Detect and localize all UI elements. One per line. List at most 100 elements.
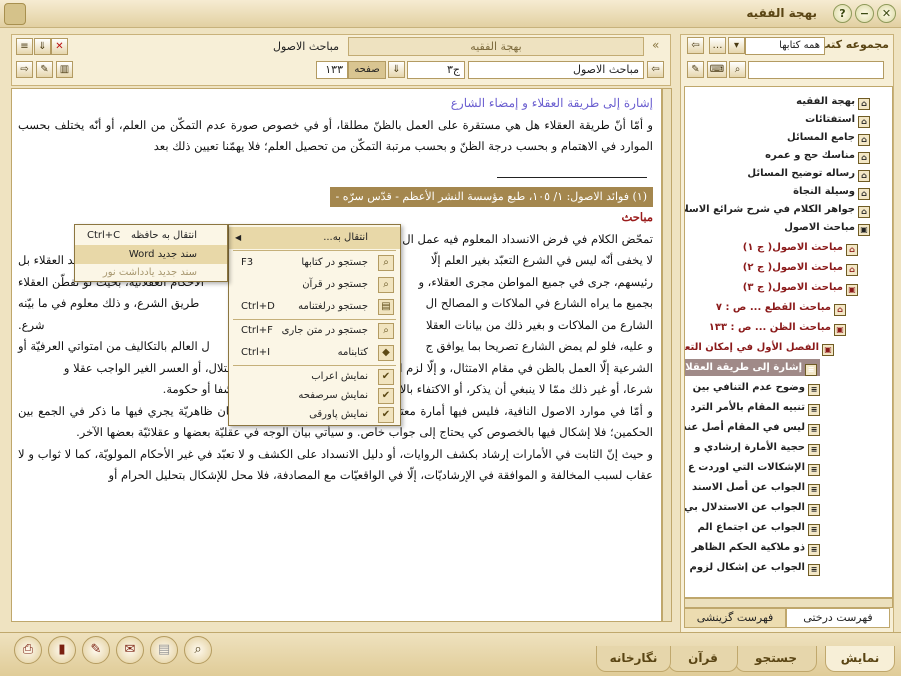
window-title: بهجة الفقيه — [746, 6, 817, 20]
tree-item-qat[interactable]: ⌂مباحث القطع ... ص : ٧ — [716, 299, 846, 316]
menu-item-search-dictionary[interactable]: ▤ جستجو درلغتنامه Ctrl+D — [229, 296, 400, 318]
library-search-input[interactable] — [748, 61, 884, 79]
tree-item-19[interactable]: ≡الإشكالات التي اوردت ع — [688, 459, 820, 476]
section-heading: إشارة إلى طريقة العقلاء و إمضاء الشارع — [450, 96, 653, 110]
tree-item-mabahith[interactable]: ▣مباحث الاصول — [784, 219, 870, 236]
tree-item-vol3[interactable]: ▣مباحث الاصول( ج ٣) — [743, 279, 858, 296]
check-icon: ✔ — [378, 407, 394, 423]
tab-scroll-icon[interactable]: « — [652, 38, 659, 52]
tree-item-15[interactable]: ≡وضوح عدم التنافي بين — [693, 379, 820, 396]
close-tab-icon[interactable]: ✕ — [51, 38, 68, 55]
tree-item-vol1[interactable]: ⌂مباحث الاصول( ج ١) — [743, 239, 858, 256]
dictionary-icon: ▤ — [378, 299, 394, 315]
search-icon: ⌕ — [378, 255, 394, 271]
dropdown-arrow-icon[interactable]: ▾ — [728, 37, 745, 54]
tree-item-21[interactable]: ≡الجواب عن الاستدلال بي — [685, 499, 820, 516]
books-icon[interactable]: ▮ — [48, 636, 76, 664]
app-logo — [4, 3, 26, 25]
close-window-button[interactable]: ✕ — [877, 4, 896, 23]
tree-item-wasila[interactable]: ⌂وسيلة النجاة — [793, 183, 870, 200]
menu-item-search-books[interactable]: ⌕ جستجو در کتابها F3 — [229, 252, 400, 274]
menu-item-search-quran[interactable]: ⌕ جستجو در قرآن — [229, 274, 400, 296]
library-search-icon[interactable]: ⌕ — [729, 61, 746, 78]
menu-item-bibliography[interactable]: ◆ كتابنامه Ctrl+I — [229, 342, 400, 364]
edit-icon[interactable]: ✎ — [82, 636, 110, 664]
tree-item-manasik[interactable]: ⌂مناسك حج و عمره — [765, 147, 870, 164]
more-options-icon[interactable]: … — [709, 37, 726, 54]
tree-item-zann[interactable]: ▣مباحث الظن ... ص : ١٣٣ — [709, 319, 846, 336]
tab-show[interactable]: نمايش — [825, 646, 895, 672]
library-title: مجموعه کتب — [819, 38, 889, 51]
volume-field[interactable]: ج٣ — [407, 61, 465, 79]
paragraph-2d: رئيسهم، جرى في جميع المواطن مجرى العقلاء… — [418, 274, 653, 289]
tools-icon[interactable]: ✎ — [36, 61, 53, 78]
tree-item-23[interactable]: ≡ذو ملاكية الحكم الظاهر — [692, 539, 820, 556]
note-icon[interactable]: ✉ — [116, 636, 144, 664]
paragraph-2i: شرع. — [18, 317, 45, 332]
keyboard-icon[interactable]: ⌨ — [707, 61, 727, 78]
tab-search[interactable]: جستجو — [735, 646, 817, 672]
paragraph-2g: طريق الشرع، و ذلك معلوم في ما بيّنه — [18, 296, 200, 310]
book-tree: ⌂بهجة الفقيه ⌂استفتائات ⌂جامع المسائل ⌂م… — [684, 86, 893, 598]
nav-down-icon[interactable]: ⇓ — [34, 38, 51, 55]
tree-item-22[interactable]: ≡الجواب عن اجتماع الم — [698, 519, 820, 536]
books-dropdown[interactable]: همه کتابها — [745, 37, 825, 55]
minimize-window-button[interactable]: − — [855, 4, 874, 23]
back-arrow-icon-library[interactable]: ⇦ — [687, 37, 704, 54]
tree-item-18[interactable]: ≡حجية الأمارة إرشادي و — [694, 439, 820, 456]
bookmark-icon: ◆ — [378, 345, 394, 361]
search-icon: ⌕ — [378, 323, 394, 339]
page-number-field[interactable]: ١٣٣ — [316, 61, 348, 79]
submenu-new-note: سند جديد يادداشت نور — [102, 267, 197, 278]
settings-icon[interactable]: ✎ — [687, 61, 704, 78]
search-icon: ⌕ — [378, 277, 394, 293]
tree-item-24[interactable]: ≡الجواب عن إشكال لزوم — [690, 559, 820, 576]
menu-item-search-current[interactable]: ⌕ جستجو در متن جاری Ctrl+F — [229, 320, 400, 342]
forward-arrow-icon[interactable]: ⇨ — [16, 61, 33, 78]
menu-icon[interactable]: ≡ — [16, 38, 33, 55]
paragraph-3b: ل العالم بالتكاليف من امتواتي العرفيّة أ… — [18, 339, 210, 353]
tab-selected-index[interactable]: فهرست گزینشی — [684, 608, 786, 628]
columns-icon[interactable]: ▥ — [56, 61, 73, 78]
tree-item-17[interactable]: ≡ليس في المقام أصل عند — [685, 419, 820, 436]
tree-item-selected[interactable]: ≡إشارة إلى طريقة العقلا — [685, 359, 820, 376]
book-field[interactable]: مباحث الاصول — [468, 61, 644, 79]
tree-item-bahjat[interactable]: ⌂بهجة الفقيه — [796, 93, 870, 110]
zoom-icon[interactable]: ⌕ — [184, 636, 212, 664]
paragraph-3a: و عليه، فلو لم يمض الشارع تصريحا بما يوا… — [425, 339, 653, 353]
tree-item-vol2[interactable]: ⌂مباحث الاصول( ج ٢) — [743, 259, 858, 276]
layout-icon[interactable]: ▤ — [150, 636, 178, 664]
help-button[interactable]: ? — [833, 4, 852, 23]
page-label: صفحه — [348, 61, 386, 79]
paragraph-1: و أمّا أنّ طريقة العقلاء هل هي مستقرة عل… — [18, 117, 653, 154]
tree-item-16[interactable]: ≡تنبيه المقام بالأمر الترد — [690, 399, 820, 416]
tree-item-jawahir[interactable]: ⌂جواهر الكلام في شرح شرائع الاسلام — [685, 201, 870, 218]
tree-item-jami[interactable]: ⌂جامع المسائل — [787, 129, 870, 146]
check-icon: ✔ — [378, 369, 394, 385]
check-icon: ✔ — [378, 388, 394, 404]
tree-item-istiftaat[interactable]: ⌂استفتائات — [805, 111, 870, 128]
tab-mabahith[interactable]: مباحث الاصول — [70, 37, 345, 56]
paragraph-2b: لا يخفى أنّه ليس في الشرع التعبّد بغير ا… — [430, 253, 653, 267]
menu-item-goto[interactable]: انتقال به... ◀ — [229, 227, 400, 249]
menu-item-show-footnote[interactable]: ✔ نمايش پاورقی — [229, 404, 400, 426]
submenu-copy-clipboard[interactable]: انتقال به حافظه Ctrl+C — [75, 226, 227, 245]
tab-tree-index[interactable]: فهرست درختی — [786, 608, 890, 628]
back-arrow-icon[interactable]: ⇦ — [647, 61, 664, 78]
submenu-new-word-doc[interactable]: سند جديد Word — [75, 245, 227, 264]
nav-down-icon-2[interactable]: ⇓ — [388, 61, 405, 78]
copy-submenu: انتقال به حافظه Ctrl+C سند جديد Word سند … — [74, 224, 228, 282]
tab-quran[interactable]: قرآن — [668, 646, 738, 672]
tab-bahjat[interactable]: بهجة الفقيه — [348, 37, 644, 56]
paragraph-2f: بجميع ما يراه الشارع في الملاكات و المصا… — [425, 296, 653, 310]
tree-hscrollbar[interactable] — [684, 598, 893, 608]
tree-item-20[interactable]: ≡الجواب عن أصل الاسند — [692, 479, 820, 496]
print-icon[interactable]: ⎙ — [14, 636, 42, 664]
tab-gallery[interactable]: نگارخانه — [596, 646, 671, 672]
paragraph-5: و حيث إنّ الثابت في الأمارات إرشاد بكشف … — [18, 446, 653, 483]
tree-item-fasl1[interactable]: ▣الفصل الأول في إمكان التعبد — [685, 339, 834, 356]
tree-item-risala[interactable]: ⌂رساله توضيح المسائل — [747, 165, 870, 182]
paragraph-2h: الشارع من الملاكات و بغير ذلك من بيانات … — [425, 317, 653, 332]
content-scrollbar[interactable] — [662, 88, 672, 622]
context-menu: انتقال به... ◀ ⌕ جستجو در کتابها F3 ⌕ جستجو … — [228, 224, 401, 426]
